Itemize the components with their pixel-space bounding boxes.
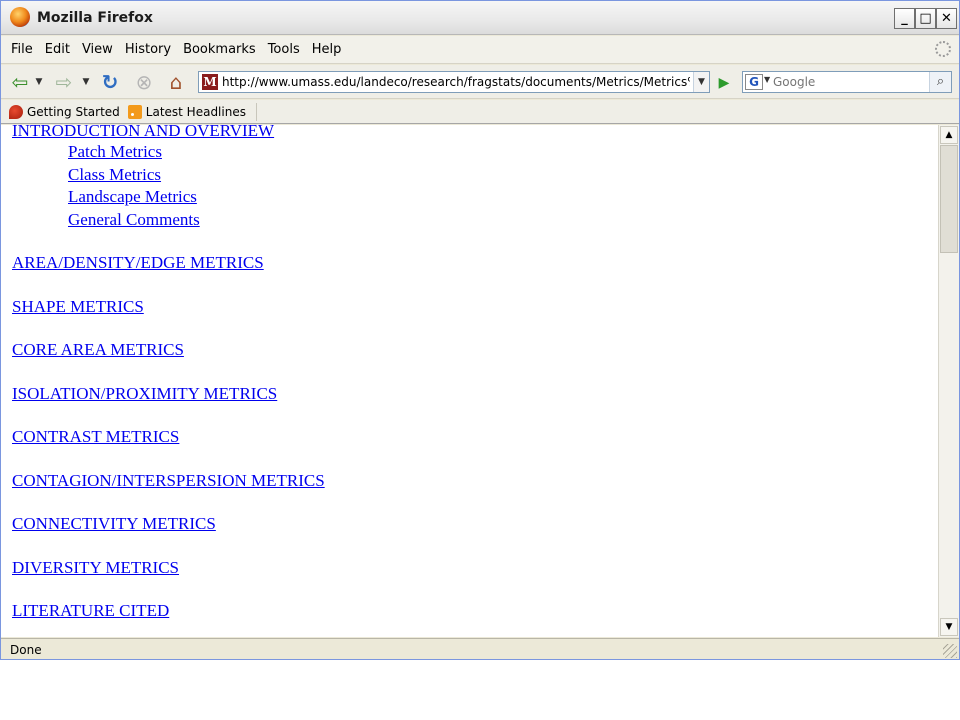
- link-shape-metrics[interactable]: SHAPE METRICS: [12, 296, 325, 319]
- search-engine-icon[interactable]: G: [745, 74, 763, 90]
- link-contrast-metrics[interactable]: CONTRAST METRICS: [12, 426, 325, 449]
- link-connectivity-metrics[interactable]: CONNECTIVITY METRICS: [12, 513, 325, 536]
- link-class-metrics[interactable]: Class Metrics: [68, 164, 325, 187]
- navigation-toolbar: ⇦ ▼ ⇨ ▼ ↻ ⊗ ⌂ M http://www.umass.edu/lan…: [1, 65, 959, 99]
- search-engine-dropdown-icon[interactable]: ▼: [764, 75, 770, 84]
- url-history-dropdown-icon[interactable]: ▼: [693, 72, 709, 92]
- menu-tools[interactable]: Tools: [262, 42, 306, 57]
- window-title: Mozilla Firefox: [37, 10, 153, 26]
- link-diversity-metrics[interactable]: DIVERSITY METRICS: [12, 557, 325, 580]
- link-area-density-edge-metrics[interactable]: AREA/DENSITY/EDGE METRICS: [12, 252, 325, 275]
- page-content: INTRODUCTION AND OVERVIEW Patch Metrics …: [1, 125, 938, 637]
- search-input[interactable]: [773, 73, 923, 91]
- menu-file[interactable]: File: [5, 42, 39, 57]
- throbber-icon: [935, 41, 951, 57]
- menu-help[interactable]: Help: [306, 42, 348, 57]
- firefox-logo-icon: [10, 7, 30, 27]
- bookmark-label: Getting Started: [27, 104, 120, 119]
- scroll-up-arrow-icon[interactable]: ▲: [940, 126, 958, 144]
- menu-view[interactable]: View: [76, 42, 119, 57]
- stop-icon[interactable]: ⊗: [132, 70, 156, 94]
- bookmarks-toolbar: Getting Started Latest Headlines: [1, 100, 959, 124]
- forward-history-dropdown-icon[interactable]: ▼: [80, 70, 92, 94]
- menu-bar: File Edit View History Bookmarks Tools H…: [1, 36, 959, 64]
- magnifier-icon[interactable]: ⌕: [929, 72, 951, 92]
- bookmark-getting-started[interactable]: Getting Started: [9, 104, 120, 119]
- link-contagion-interspersion-metrics[interactable]: CONTAGION/INTERSPERSION METRICS: [12, 470, 325, 493]
- title-bar: Mozilla Firefox _ □ ✕: [1, 1, 959, 35]
- go-arrow-icon[interactable]: ▶: [715, 74, 733, 92]
- link-general-comments[interactable]: General Comments: [68, 209, 325, 232]
- menu-bookmarks[interactable]: Bookmarks: [177, 42, 262, 57]
- url-bar[interactable]: M http://www.umass.edu/landeco/research/…: [198, 71, 710, 93]
- getting-started-icon: [9, 104, 23, 119]
- close-button[interactable]: ✕: [936, 8, 957, 29]
- link-literature-cited[interactable]: LITERATURE CITED: [12, 600, 325, 623]
- site-favicon-icon: M: [202, 74, 218, 90]
- browser-window: Mozilla Firefox _ □ ✕ File Edit View His…: [0, 0, 960, 660]
- bookmark-latest-headlines[interactable]: Latest Headlines: [127, 104, 246, 119]
- bookmark-label: Latest Headlines: [145, 104, 246, 119]
- back-arrow-icon[interactable]: ⇦: [8, 70, 32, 94]
- link-isolation-proximity-metrics[interactable]: ISOLATION/PROXIMITY METRICS: [12, 383, 325, 406]
- link-core-area-metrics[interactable]: CORE AREA METRICS: [12, 339, 325, 362]
- back-history-dropdown-icon[interactable]: ▼: [33, 70, 45, 94]
- menu-history[interactable]: History: [119, 42, 177, 57]
- home-icon[interactable]: ⌂: [164, 70, 188, 94]
- scroll-thumb[interactable]: [940, 145, 958, 253]
- maximize-button[interactable]: □: [915, 8, 936, 29]
- bookmarks-separator: [255, 102, 257, 121]
- search-bar: G ▼ ⌕: [742, 71, 952, 93]
- link-landscape-metrics[interactable]: Landscape Metrics: [68, 186, 325, 209]
- link-patch-metrics[interactable]: Patch Metrics: [68, 141, 325, 164]
- forward-arrow-icon[interactable]: ⇨: [52, 70, 76, 94]
- scroll-down-arrow-icon[interactable]: ▼: [940, 618, 958, 636]
- menu-edit[interactable]: Edit: [39, 42, 76, 57]
- minimize-button[interactable]: _: [894, 8, 915, 29]
- url-text[interactable]: http://www.umass.edu/landeco/research/fr…: [222, 75, 690, 89]
- rss-feed-icon: [127, 104, 142, 119]
- status-bar: Done: [1, 638, 959, 659]
- reload-icon[interactable]: ↻: [98, 70, 122, 94]
- table-of-contents: INTRODUCTION AND OVERVIEW Patch Metrics …: [12, 125, 325, 623]
- status-text: Done: [10, 643, 42, 657]
- resize-grip-icon[interactable]: [943, 644, 957, 658]
- link-introduction-overview[interactable]: INTRODUCTION AND OVERVIEW: [12, 125, 325, 141]
- vertical-scrollbar[interactable]: ▲ ▼: [938, 125, 959, 637]
